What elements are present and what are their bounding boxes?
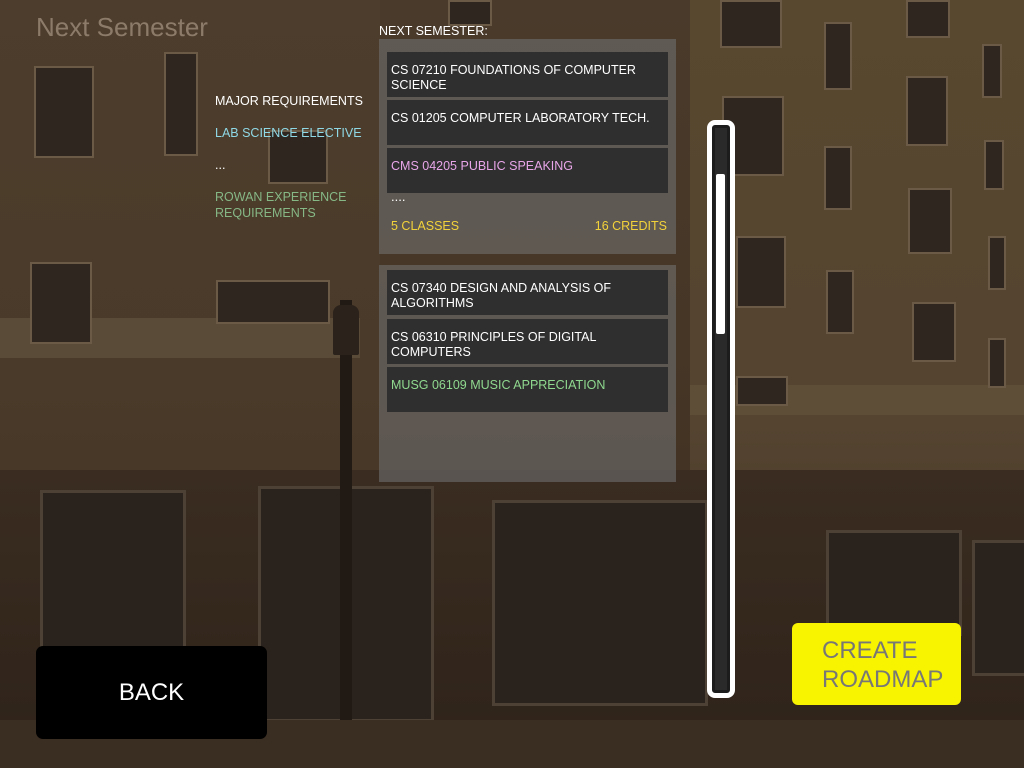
- back-button[interactable]: BACK: [36, 646, 267, 739]
- create-roadmap-label-line1: CREATE: [822, 637, 918, 664]
- requirements-list: MAJOR REQUIREMENTS LAB SCIENCE ELECTIVE …: [215, 93, 365, 237]
- requirement-rowan-experience[interactable]: ROWAN EXPERIENCE REQUIREMENTS: [215, 189, 365, 221]
- course-name: CS 07210 FOUNDATIONS OF COMPUTER SCIENCE: [391, 63, 636, 92]
- course-name: CMS 04205 PUBLIC SPEAKING: [391, 159, 574, 173]
- scrollbar-thumb[interactable]: [716, 174, 725, 334]
- create-roadmap-label-line2: ROADMAP: [822, 666, 944, 693]
- requirement-major[interactable]: MAJOR REQUIREMENTS: [215, 93, 365, 109]
- requirement-lab-science-elective[interactable]: LAB SCIENCE ELECTIVE: [215, 125, 365, 141]
- requirement-more: ...: [215, 158, 226, 172]
- create-roadmap-button[interactable]: CREATE ROADMAP: [792, 623, 961, 705]
- course-item[interactable]: CS 06310 PRINCIPLES OF DIGITAL COMPUTERS: [387, 319, 668, 364]
- course-item[interactable]: CS 01205 COMPUTER LABORATORY TECH.: [387, 100, 668, 145]
- semester-panel-2: CS 07340 DESIGN AND ANALYSIS OF ALGORITH…: [379, 265, 676, 482]
- credit-count: 16 CREDITS: [594, 219, 667, 233]
- page-title: Next Semester: [36, 12, 208, 42]
- back-button-label: BACK: [118, 678, 185, 706]
- next-semester-label: NEXT SEMESTER:: [379, 24, 488, 38]
- course-item[interactable]: CS 07210 FOUNDATIONS OF COMPUTER SCIENCE: [387, 52, 668, 97]
- course-name: CS 07340 DESIGN AND ANALYSIS OF ALGORITH…: [391, 281, 611, 310]
- more-courses-indicator: ....: [391, 189, 406, 204]
- course-name: CS 01205 COMPUTER LABORATORY TECH.: [391, 111, 650, 125]
- course-item[interactable]: CMS 04205 PUBLIC SPEAKING: [387, 148, 668, 193]
- course-item[interactable]: MUSG 06109 MUSIC APPRECIATION: [387, 367, 668, 412]
- semester-panel-1: CS 07210 FOUNDATIONS OF COMPUTER SCIENCE…: [379, 39, 676, 254]
- course-name: CS 06310 PRINCIPLES OF DIGITAL COMPUTERS: [391, 330, 596, 359]
- class-count: 5 CLASSES: [391, 219, 460, 233]
- course-item[interactable]: CS 07340 DESIGN AND ANALYSIS OF ALGORITH…: [387, 270, 668, 315]
- course-name: MUSG 06109 MUSIC APPRECIATION: [391, 378, 606, 392]
